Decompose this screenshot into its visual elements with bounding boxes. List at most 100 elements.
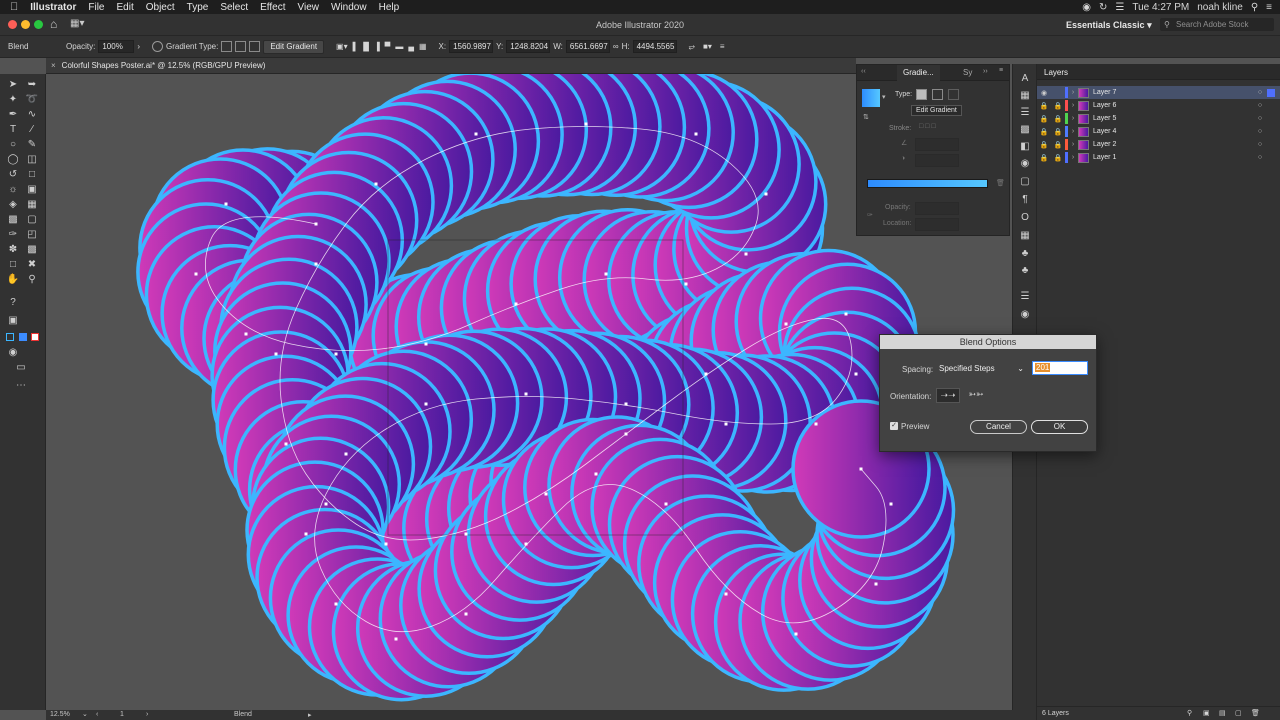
help-tool-icon[interactable]: ? — [6, 296, 20, 310]
anchor-point[interactable] — [464, 532, 468, 536]
anchor-point[interactable] — [464, 612, 468, 616]
menu-edit[interactable]: Edit — [111, 2, 140, 13]
appearance-panel-icon[interactable]: ◉ — [1018, 308, 1032, 322]
lock-icon[interactable]: 🔒 — [1037, 141, 1051, 149]
adobe-stock-search[interactable]: ⚲ Search Adobe Stock — [1160, 18, 1274, 31]
layer-row[interactable]: 🔒 🔒 › Layer 5 ○ — [1037, 112, 1280, 125]
anchor-point[interactable] — [724, 592, 728, 596]
menu-extras-icon[interactable]: ≡ — [1266, 2, 1272, 13]
menu-object[interactable]: Object — [140, 2, 181, 13]
y-field[interactable]: 1248.8204 — [506, 40, 551, 53]
shaper-tool-icon[interactable]: ◯ — [6, 153, 20, 167]
anchor-point[interactable] — [424, 342, 428, 346]
artboard-tool-icon[interactable]: □ — [6, 258, 20, 272]
w-field[interactable]: 6561.6697 — [565, 40, 610, 53]
fill-color-icon[interactable] — [6, 333, 14, 341]
steps-field[interactable]: 201 — [1032, 361, 1088, 375]
anchor-point[interactable] — [524, 392, 528, 396]
edit-gradient-button[interactable]: Edit Gradient — [263, 39, 325, 54]
align-panel-icon[interactable]: ☰ — [1018, 106, 1032, 120]
chevron-right-icon[interactable]: › — [1068, 89, 1078, 96]
spacing-select[interactable]: Specified Steps ⌄ — [936, 361, 1026, 376]
lock-icon[interactable]: 🔒 — [1037, 154, 1051, 162]
eyedropper-stop-icon[interactable]: ✑ — [867, 211, 873, 219]
reference-point-icon[interactable]: ▦ — [419, 42, 427, 51]
anchor-point[interactable] — [514, 302, 518, 306]
preview-checkbox[interactable]: ✓ — [890, 422, 898, 430]
chevron-right-icon[interactable]: › — [1068, 128, 1078, 135]
status-menu-icon[interactable]: ▸ — [308, 711, 312, 719]
brushes-panel-icon[interactable]: ♣ — [1018, 247, 1032, 261]
align-top-icon[interactable]: ▀ — [385, 42, 391, 51]
document-tab[interactable]: Colorful Shapes Poster.ai* @ 12.5% (RGB/… — [62, 61, 266, 70]
creative-cloud-icon[interactable]: ◉ — [1082, 2, 1091, 13]
anchor-point[interactable] — [324, 502, 328, 506]
anchor-point[interactable] — [784, 322, 788, 326]
gradient-swatch-icon[interactable] — [19, 333, 27, 341]
perspective-grid-tool-icon[interactable]: ▦ — [25, 198, 39, 212]
anchor-point[interactable] — [764, 192, 768, 196]
pen-tool-icon[interactable]: ✒ — [6, 108, 20, 122]
delete-layer-icon[interactable]: 🗑 — [1251, 709, 1260, 717]
anchor-point[interactable] — [874, 582, 878, 586]
workspace-switcher[interactable]: Essentials Classic ▾ — [1066, 20, 1152, 31]
target-icon[interactable]: ○ — [1253, 154, 1267, 161]
anchor-point[interactable] — [314, 222, 318, 226]
gradient-slider[interactable] — [867, 179, 988, 188]
target-icon[interactable]: ○ — [1253, 102, 1267, 109]
fill-stroke-swatch-icon[interactable]: ▣ — [6, 314, 20, 328]
layer-row[interactable]: 🔒 🔒 › Layer 6 ○ — [1037, 99, 1280, 112]
lock-icon[interactable]: 🔒 — [1051, 115, 1065, 123]
app-menu[interactable]: Illustrator — [24, 2, 82, 13]
anchor-point[interactable] — [194, 272, 198, 276]
shape-builder-tool-icon[interactable]: ◈ — [6, 198, 20, 212]
anchor-point[interactable] — [344, 452, 348, 456]
menu-effect[interactable]: Effect — [254, 2, 291, 13]
menu-help[interactable]: Help — [373, 2, 406, 13]
anchor-point[interactable] — [244, 332, 248, 336]
selection-tool-icon[interactable]: ➤ — [6, 78, 20, 92]
artboard-number[interactable]: 1 — [120, 711, 124, 718]
menu-type[interactable]: Type — [181, 2, 215, 13]
linear-gradient-icon[interactable] — [221, 41, 233, 52]
lock-icon[interactable]: 🔒 — [1051, 128, 1065, 136]
panel-menu-icon[interactable]: ≡ — [999, 67, 1003, 74]
anchor-point[interactable] — [794, 632, 798, 636]
collapse-panel-icon[interactable]: ‹‹ — [861, 68, 866, 75]
anchor-point[interactable] — [859, 467, 863, 471]
character-panel-icon[interactable]: A — [1018, 72, 1032, 86]
curvature-tool-icon[interactable]: ∿ — [25, 108, 39, 122]
align-to-icon[interactable]: ▣▾ — [336, 42, 348, 51]
column-graph-tool-icon[interactable]: ▩ — [25, 243, 39, 257]
zoom-tool-icon[interactable]: ⚲ — [25, 273, 39, 287]
lasso-tool-icon[interactable]: ➰ — [25, 93, 39, 107]
chevron-right-icon[interactable]: › — [1068, 115, 1078, 122]
magic-wand-tool-icon[interactable]: ✦ — [6, 93, 20, 107]
target-icon[interactable]: ○ — [1253, 141, 1267, 148]
freeform-gradient-icon[interactable] — [249, 41, 261, 52]
opacity-arrow-icon[interactable]: › — [137, 42, 140, 51]
anchor-point[interactable] — [594, 472, 598, 476]
new-layer-icon[interactable]: ▢ — [1235, 709, 1242, 717]
align-center-icon[interactable]: █ — [363, 42, 369, 51]
layer-row[interactable]: ◉ › Layer 7 ○ — [1037, 86, 1280, 99]
swatches-panel-icon[interactable]: ◧ — [1018, 140, 1032, 154]
anchor-point[interactable] — [224, 202, 228, 206]
panel-expand-icon[interactable]: ›› — [983, 68, 988, 75]
anchor-point[interactable] — [604, 272, 608, 276]
anchor-point[interactable] — [664, 502, 668, 506]
gradient-tool-icon[interactable]: ▢ — [25, 213, 39, 227]
target-icon[interactable]: ○ — [1253, 115, 1267, 122]
layer-row[interactable]: 🔒 🔒 › Layer 4 ○ — [1037, 125, 1280, 138]
align-right-icon[interactable]: ▐ — [374, 42, 380, 51]
menu-file[interactable]: File — [82, 2, 110, 13]
eyedropper-tool-icon[interactable]: ✑ — [6, 228, 20, 242]
anchor-point[interactable] — [889, 502, 893, 506]
tab-gradient[interactable]: Gradie... — [897, 65, 940, 81]
transform-panel-icon[interactable]: ▦ — [1018, 89, 1032, 103]
anchor-point[interactable] — [524, 542, 528, 546]
locate-object-icon[interactable]: ⚲ — [1187, 709, 1192, 717]
scale-tool-icon[interactable]: □ — [25, 168, 39, 182]
chevron-right-icon[interactable]: › — [1068, 141, 1078, 148]
anchor-point[interactable] — [724, 422, 728, 426]
